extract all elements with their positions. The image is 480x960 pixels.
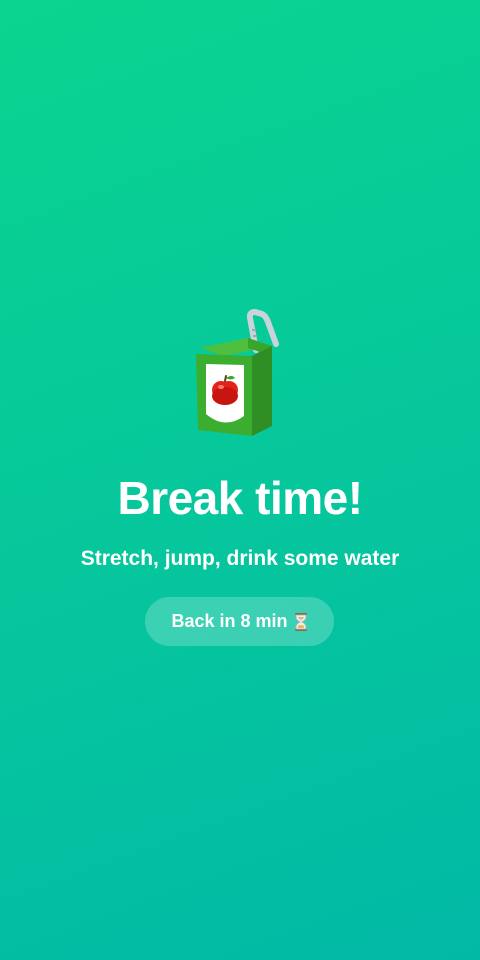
break-screen: Break time! Stretch, jump, drink some wa… (0, 0, 480, 960)
page-subtitle: Stretch, jump, drink some water (80, 547, 400, 570)
hourglass-icon (294, 612, 308, 631)
countdown-badge: Back in 8 min (145, 597, 334, 646)
page-title: Break time! (117, 472, 363, 524)
countdown-label: Back in 8 min (171, 611, 288, 631)
juice-box-icon (190, 308, 290, 448)
